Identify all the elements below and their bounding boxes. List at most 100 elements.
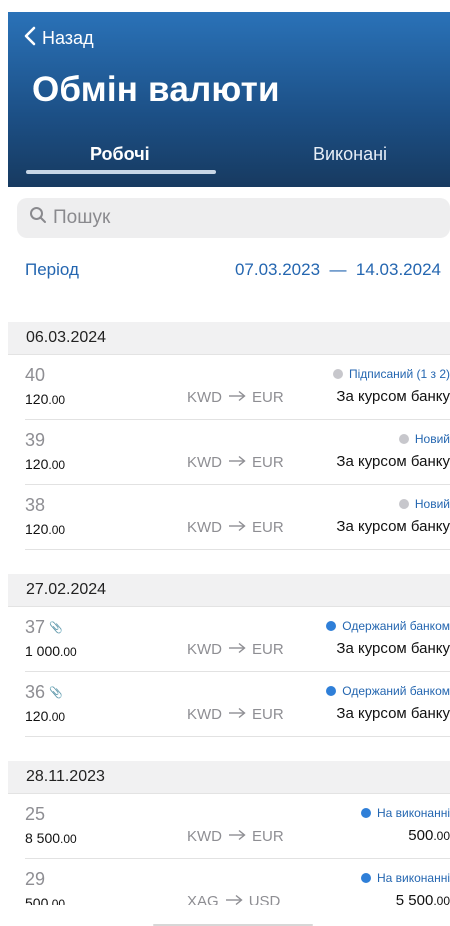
operation-rate: За курсом банку [336,453,450,470]
operation-number: 40 [25,365,46,385]
arrow-right-icon [228,454,246,471]
operation-rate: 5 500.00 [395,892,450,905]
amount-integer: 8 500 [25,830,61,846]
date-group-header: 27.02.2024 [8,574,450,607]
operation-row[interactable]: 40 120.00 KWD EUR Підписаний (1 з 2) За … [25,355,450,420]
search-icon [29,206,47,230]
operation-rate: 500.00 [408,827,450,844]
tab-completed[interactable]: Виконані [313,144,387,165]
paperclip-icon: 📎 [49,687,63,699]
amount-integer: 120 [25,708,49,724]
search-input[interactable]: Пошук [17,198,450,238]
status-badge: Одержаний банком [326,684,450,698]
arrow-right-icon [228,519,246,536]
operation-rate: За курсом банку [336,518,450,535]
currency-to: EUR [252,828,284,845]
currency-pair: KWD EUR [187,389,284,406]
period-row: Період 07.03.2023 — 14.03.2024 [25,260,441,280]
operation-row[interactable]: 29 500.00 XAG USD На виконанні 5 500.00 [25,859,450,905]
currency-to: EUR [252,389,284,406]
operation-number: 29 [25,869,46,889]
operation-row[interactable]: 38 120.00 KWD EUR Новий За курсом банку [25,485,450,550]
currency-from: KWD [187,641,222,658]
operation-amount: 120.00 [25,521,65,537]
operation-number-wrap: 25 [25,804,45,825]
currency-to: EUR [252,519,284,536]
operation-amount: 120.00 [25,456,65,472]
status-label: На виконанні [376,871,450,885]
status-dot [360,873,371,883]
tab-working[interactable]: Робочі [90,144,150,165]
chevron-left-icon [24,26,36,51]
amount-decimal: .00 [48,458,66,472]
operation-row[interactable]: 39 120.00 KWD EUR Новий За курсом банку [25,420,450,485]
status-label: Одержаний банком [342,684,450,698]
amount-integer: 500 [25,895,49,905]
currency-to: EUR [252,641,284,658]
operation-number: 25 [25,804,46,824]
search-placeholder: Пошук [53,207,111,228]
arrow-right-icon [228,389,246,406]
arrow-right-icon [228,706,246,723]
status-badge: Новий [398,497,450,511]
paperclip-icon: 📎 [49,622,63,634]
operation-row[interactable]: 25 8 500.00 KWD EUR На виконанні 500.00 [25,794,450,859]
amount-integer: 120 [25,456,49,472]
operation-number: 38 [25,495,46,515]
status-label: Новий [414,497,450,511]
operation-number-wrap: 37 📎 [25,617,63,638]
currency-to: USD [248,893,281,905]
status-dot [398,434,409,444]
currency-to: EUR [252,454,284,471]
group-date: 27.02.2024 [26,581,107,598]
operation-rate: За курсом банку [336,388,450,405]
operation-number-wrap: 29 [25,869,45,890]
amount-decimal: .00 [48,897,66,905]
status-dot [360,808,371,818]
group-date: 28.11.2023 [26,768,105,785]
amount-decimal: .00 [48,393,66,407]
operation-number-wrap: 39 [25,430,45,451]
arrow-right-icon [225,893,243,905]
operation-amount: 500.00 [25,895,65,905]
currency-pair: KWD EUR [187,706,284,723]
currency-pair: KWD EUR [187,454,284,471]
tab-indicator [26,170,216,174]
operation-row[interactable]: 36 📎 120.00 KWD EUR Одержаний банком За … [25,672,450,737]
status-badge: Одержаний банком [326,619,450,633]
screen: Назад Обмін валюти Робочі Виконані Пошук… [0,0,450,905]
status-badge: Підписаний (1 з 2) [332,367,450,381]
operation-amount: 8 500.00 [25,830,77,846]
amount-integer: 1 000 [25,643,61,659]
currency-from: XAG [187,893,219,905]
amount-decimal: .00 [48,710,66,724]
status-label: Одержаний банком [342,619,450,633]
amount-decimal: .00 [48,523,66,537]
amount-decimal: .00 [60,645,77,659]
header: Назад Обмін валюти Робочі Виконані [8,12,450,187]
currency-pair: KWD EUR [187,641,284,658]
operation-amount: 1 000.00 [25,643,77,659]
operations-list[interactable]: 06.03.2024 40 120.00 KWD EUR Підписаний … [8,322,450,905]
currency-from: KWD [187,454,222,471]
status-label: Підписаний (1 з 2) [348,367,450,381]
operation-amount: 120.00 [25,708,65,724]
arrow-right-icon [228,641,246,658]
operation-row[interactable]: 37 📎 1 000.00 KWD EUR Одержаний банком З… [25,607,450,672]
status-badge: Новий [398,432,450,446]
operation-number: 39 [25,430,46,450]
currency-to: EUR [252,706,284,723]
period-range[interactable]: 07.03.2023 — 14.03.2024 [235,260,441,280]
operation-number-wrap: 38 [25,495,45,516]
currency-pair: KWD EUR [187,828,284,845]
status-badge: На виконанні [360,871,450,885]
currency-from: KWD [187,519,222,536]
status-dot [398,499,409,509]
operation-number-wrap: 40 [25,365,45,386]
operation-rate: За курсом банку [336,640,450,657]
period-label[interactable]: Період [25,260,79,280]
arrow-right-icon [228,828,246,845]
operation-number-wrap: 36 📎 [25,682,63,703]
back-button[interactable]: Назад [24,26,94,51]
